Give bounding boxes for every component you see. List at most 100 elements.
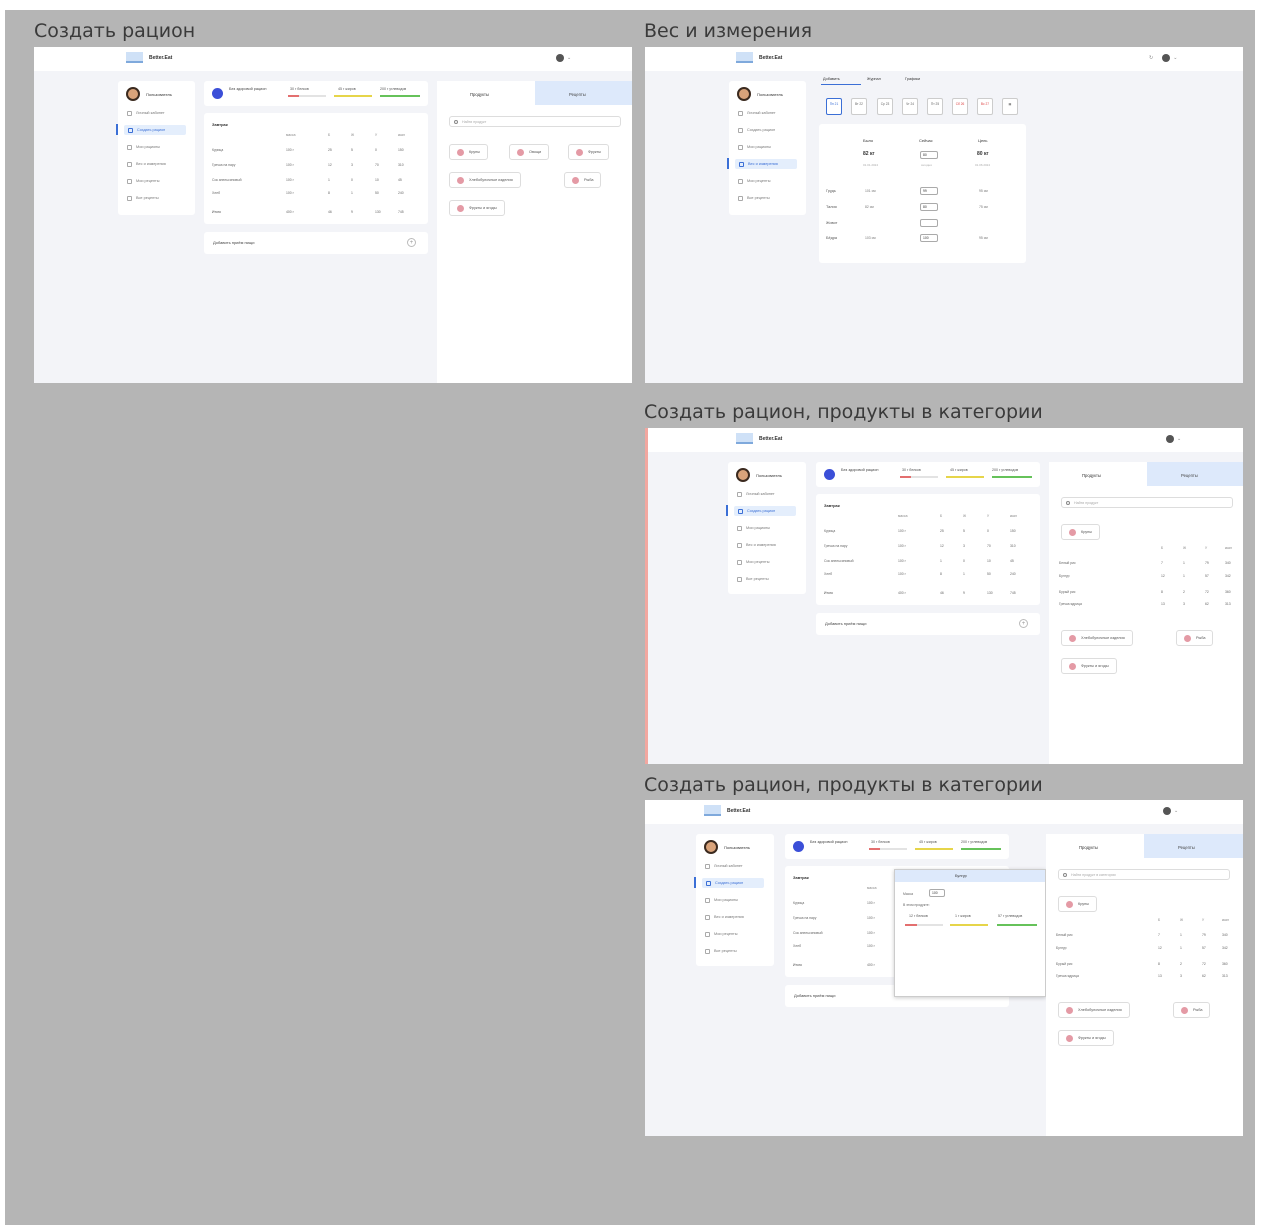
hips-input[interactable]: 100 bbox=[920, 234, 938, 242]
sidebar-item-create-diet[interactable]: Создать рацион bbox=[124, 125, 186, 135]
table-row[interactable]: Сок апельсиновый bbox=[793, 931, 822, 935]
belly-input[interactable] bbox=[920, 219, 938, 227]
tab-products[interactable]: Продукты bbox=[1079, 845, 1098, 850]
sidebar-item-account[interactable]: Личный кабинет bbox=[127, 108, 165, 118]
product-row[interactable]: Бурый рис bbox=[1056, 962, 1072, 966]
sidebar-item-my-recipes[interactable]: Мои рецепты bbox=[127, 176, 159, 186]
plus-icon[interactable]: + bbox=[1019, 619, 1028, 628]
table-row[interactable]: Гречка на пару bbox=[212, 163, 235, 167]
table-row[interactable]: Гречка на пару bbox=[793, 916, 816, 920]
waist-input[interactable]: 80 bbox=[920, 203, 938, 211]
tab-products[interactable]: Продукты bbox=[470, 92, 489, 97]
logo[interactable]: Better.Eat bbox=[736, 433, 782, 444]
table-row[interactable]: Курица bbox=[793, 901, 804, 905]
table-row[interactable]: Гречка на пару bbox=[824, 544, 847, 548]
day-picker-item[interactable]: Чт 24 bbox=[902, 98, 918, 115]
sidebar-item-weight[interactable]: Вес и измерения bbox=[735, 159, 797, 169]
category-chip[interactable]: Фрукты и ягоды bbox=[449, 200, 505, 216]
sidebar-item-account[interactable]: Личный кабинет bbox=[737, 489, 775, 499]
table-row[interactable]: Хлеб bbox=[824, 572, 832, 576]
product-row[interactable]: Булгур bbox=[1059, 574, 1070, 578]
sidebar-item-all-recipes[interactable]: Все рецепты bbox=[737, 574, 769, 584]
user-profile[interactable]: Пользователь bbox=[736, 468, 782, 482]
frame-weight[interactable]: Better.Eat ↻ ⌄ Пользователь Личный кабин… bbox=[645, 47, 1243, 383]
product-row[interactable]: Булгур bbox=[1056, 946, 1067, 950]
calendar-icon[interactable]: ▦ bbox=[1002, 98, 1018, 115]
user-menu[interactable]: ⌄ bbox=[1163, 807, 1178, 815]
category-chip[interactable]: Хлебобулочные изделия bbox=[1058, 1002, 1130, 1018]
user-menu[interactable]: ↻ ⌄ bbox=[1149, 54, 1177, 62]
category-chip[interactable]: Фрукты bbox=[568, 144, 610, 160]
table-row[interactable]: Сок апельсиновый bbox=[212, 178, 241, 182]
day-picker-item[interactable]: Вт 22 bbox=[851, 98, 867, 115]
table-row[interactable]: Хлеб bbox=[212, 191, 220, 195]
category-chip[interactable]: Рыба bbox=[1173, 1002, 1211, 1018]
sidebar-item-create-diet[interactable]: Создать рацион bbox=[734, 506, 796, 516]
product-row[interactable]: Гречка ядрица bbox=[1056, 974, 1079, 978]
user-profile[interactable]: Пользователь bbox=[704, 840, 750, 854]
category-chip[interactable]: Рыба bbox=[564, 172, 602, 188]
category-chip-open[interactable]: Крупы bbox=[1058, 896, 1097, 912]
tab-add[interactable]: Добавить bbox=[823, 77, 840, 81]
sidebar-item-my-diets[interactable]: Мои рационы bbox=[705, 895, 738, 905]
table-row[interactable]: Сок апельсиновый bbox=[824, 559, 853, 563]
tab-journal[interactable]: Журнал bbox=[867, 77, 881, 81]
category-chip[interactable]: Фрукты и ягоды bbox=[1058, 1030, 1114, 1046]
day-picker-item[interactable]: Ср 23 bbox=[877, 98, 893, 115]
table-row[interactable]: Курица bbox=[212, 148, 223, 152]
frame-diet-category-2[interactable]: Better.Eat ⌄ Пользователь Личный кабинет… bbox=[645, 800, 1243, 1136]
chest-input[interactable]: 99 bbox=[920, 187, 938, 195]
product-row[interactable]: Гречка ядрица bbox=[1059, 602, 1082, 606]
table-row[interactable]: Хлеб bbox=[793, 944, 801, 948]
sidebar-item-my-diets[interactable]: Мои рационы bbox=[737, 523, 770, 533]
sidebar-item-account[interactable]: Личный кабинет bbox=[738, 108, 776, 118]
user-profile[interactable]: Пользователь bbox=[126, 87, 172, 101]
sidebar-item-my-diets[interactable]: Мои рационы bbox=[127, 142, 160, 152]
user-menu[interactable]: ⌄ bbox=[1166, 435, 1181, 443]
product-row[interactable]: Бурый рис bbox=[1059, 590, 1075, 594]
sidebar-item-weight[interactable]: Вес и измерения bbox=[705, 912, 744, 922]
sidebar-item-weight[interactable]: Вес и измерения bbox=[737, 540, 776, 550]
frame-diet-category-1[interactable]: Better.Eat ⌄ Пользователь Личный кабинет… bbox=[645, 428, 1243, 764]
sidebar-item-my-recipes[interactable]: Мои рецепты bbox=[705, 929, 737, 939]
search-input[interactable]: Найти продукт bbox=[1061, 497, 1233, 508]
sidebar-item-my-diets[interactable]: Мои рационы bbox=[738, 142, 771, 152]
sidebar-item-all-recipes[interactable]: Все рецепты bbox=[705, 946, 737, 956]
tab-recipes[interactable]: Рецепты bbox=[1181, 473, 1198, 478]
tab-products[interactable]: Продукты bbox=[1082, 473, 1101, 478]
tab-charts[interactable]: Графики bbox=[905, 77, 920, 81]
sidebar-item-all-recipes[interactable]: Все рецепты bbox=[738, 193, 770, 203]
add-meal-card[interactable]: Добавить приём пищи + bbox=[816, 613, 1040, 635]
category-chip-open[interactable]: Крупы bbox=[1061, 524, 1100, 540]
logo[interactable]: Better.Eat bbox=[126, 52, 172, 63]
sidebar-item-my-recipes[interactable]: Мои рецепты bbox=[738, 176, 770, 186]
category-chip[interactable]: Фрукты и ягоды bbox=[1061, 658, 1117, 674]
search-input[interactable]: Найти продукт в категории bbox=[1058, 869, 1230, 880]
product-popup[interactable]: Булгур Масса 100 В этом продукте: 12 г б… bbox=[894, 869, 1046, 997]
search-input[interactable]: Найти продукт bbox=[449, 116, 621, 127]
sidebar-item-create-diet[interactable]: Создать рацион bbox=[702, 878, 764, 888]
mass-input[interactable]: 100 bbox=[929, 889, 945, 897]
frame-diet-create[interactable]: Better.Eat ⌄ Пользователь Личный кабинет… bbox=[34, 47, 632, 383]
weight-now-input[interactable]: 80 bbox=[920, 151, 938, 159]
user-menu[interactable]: ⌄ bbox=[556, 54, 571, 62]
sidebar-item-all-recipes[interactable]: Все рецепты bbox=[127, 193, 159, 203]
day-picker-item[interactable]: Пн 21 bbox=[826, 98, 842, 115]
user-profile[interactable]: Пользователь bbox=[737, 87, 783, 101]
product-row[interactable]: Белый рис bbox=[1056, 933, 1073, 937]
sidebar-item-create-diet[interactable]: Создать рацион bbox=[738, 125, 775, 135]
day-picker-item[interactable]: Вс 27 bbox=[977, 98, 993, 115]
logo[interactable]: Better.Eat bbox=[704, 805, 750, 816]
sidebar-item-my-recipes[interactable]: Мои рецепты bbox=[737, 557, 769, 567]
category-chip[interactable]: Рыба bbox=[1176, 630, 1214, 646]
table-row[interactable]: Курица bbox=[824, 529, 835, 533]
category-chip[interactable]: Крупы bbox=[449, 144, 488, 160]
day-picker-item[interactable]: Пт 25 bbox=[927, 98, 943, 115]
logo[interactable]: Better.Eat bbox=[736, 52, 782, 63]
tab-recipes[interactable]: Рецепты bbox=[569, 92, 586, 97]
refresh-icon[interactable]: ↻ bbox=[1149, 55, 1153, 61]
sidebar-item-weight[interactable]: Вес и измерения bbox=[127, 159, 166, 169]
category-chip[interactable]: Хлебобулочные изделия bbox=[1061, 630, 1133, 646]
day-picker-item[interactable]: Сб 26 bbox=[952, 98, 968, 115]
product-row[interactable]: Белый рис bbox=[1059, 561, 1076, 565]
